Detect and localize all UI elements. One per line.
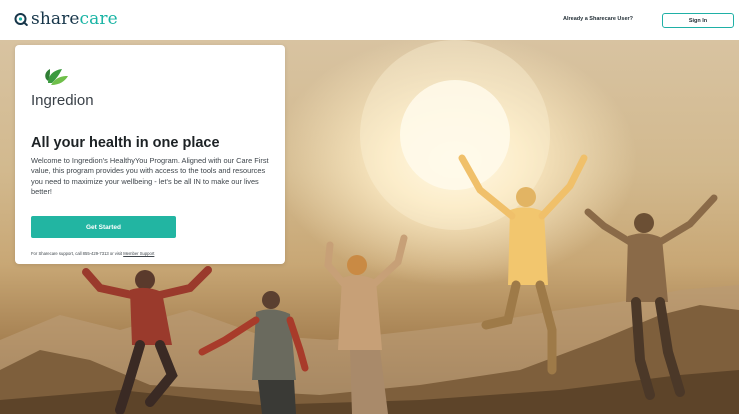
- sharecare-logo-text: sharecare: [31, 9, 118, 29]
- sign-in-button[interactable]: Sign In: [662, 13, 734, 28]
- ingredion-brand-name: Ingredion: [31, 92, 94, 109]
- top-header: sharecare Already a Sharecare User? Sign…: [0, 0, 739, 40]
- logo-text-share: share: [31, 9, 80, 29]
- already-user-text: Already a Sharecare User?: [563, 16, 634, 22]
- sharecare-logo[interactable]: sharecare: [14, 9, 118, 29]
- support-prefix: For Sharecare support, call 855-429-7313…: [31, 251, 124, 256]
- logo-text-care: care: [79, 9, 118, 29]
- get-started-button[interactable]: Get Started: [31, 216, 176, 238]
- sharecare-logo-icon: [14, 13, 28, 26]
- ingredion-leaf-icon: [45, 69, 68, 85]
- welcome-card: Ingredion All your health in one place W…: [15, 45, 285, 264]
- welcome-description: Welcome to Ingredion's HealthyYou Progra…: [31, 156, 269, 197]
- member-support-link[interactable]: Member Support: [123, 251, 154, 256]
- support-text: For Sharecare support, call 855-429-7313…: [31, 251, 154, 256]
- page-title: All your health in one place: [31, 135, 220, 151]
